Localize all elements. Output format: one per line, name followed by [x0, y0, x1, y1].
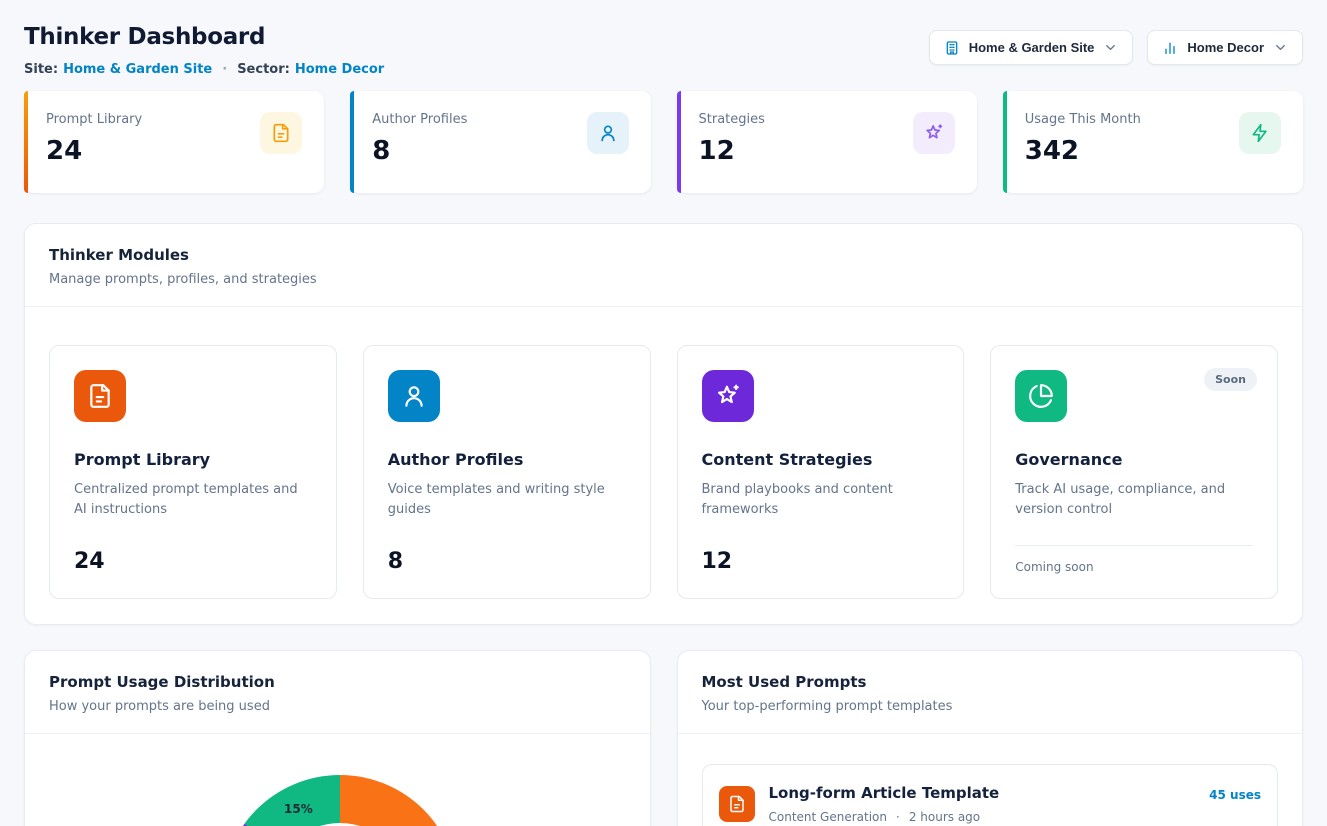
stat-accent-bar [350, 91, 354, 193]
site-link[interactable]: Home & Garden Site [63, 62, 212, 77]
module-description: Brand playbooks and content frameworks [702, 480, 940, 520]
prompt-item-category: Content Generation [769, 810, 887, 824]
module-card-prompt-library[interactable]: Prompt Library Centralized prompt templa… [49, 345, 337, 599]
prompts-panel-title: Most Used Prompts [702, 673, 1279, 691]
prompt-item-meta: Content Generation · 2 hours ago [769, 810, 1196, 824]
module-title: Prompt Library [74, 450, 312, 469]
module-description: Voice templates and writing style guides [388, 480, 626, 520]
stat-value: 12 [699, 136, 765, 166]
bottom-row: Prompt Usage Distribution How your promp… [24, 650, 1303, 826]
stat-value: 24 [46, 136, 142, 166]
breadcrumb-separator: · [222, 62, 227, 77]
stat-text: Strategies 12 [699, 112, 765, 166]
module-count: 12 [702, 549, 940, 574]
site-selector-dropdown[interactable]: Home & Garden Site [929, 30, 1134, 65]
stat-value: 8 [372, 136, 467, 166]
module-description: Centralized prompt templates and AI inst… [74, 480, 312, 520]
sector-label: Sector: [237, 62, 290, 77]
module-count: 8 [388, 549, 626, 574]
stat-card-usage: Usage This Month 342 [1003, 91, 1303, 193]
modules-panel-title: Thinker Modules [49, 246, 1278, 264]
soon-badge: Soon [1204, 368, 1257, 391]
module-title: Governance [1015, 450, 1253, 469]
module-description: Track AI usage, compliance, and version … [1015, 480, 1253, 520]
document-icon [719, 786, 755, 822]
donut-segment-label: 15% [284, 802, 313, 816]
sparkle-star-icon [702, 370, 754, 422]
stat-value: 342 [1025, 136, 1141, 166]
prompt-item-title: Long-form Article Template [769, 784, 1196, 802]
stat-label: Author Profiles [372, 112, 467, 127]
prompts-panel-header: Most Used Prompts Your top-performing pr… [678, 651, 1303, 734]
sector-selector-dropdown[interactable]: Home Decor [1147, 30, 1303, 65]
prompts-panel-subtitle: Your top-performing prompt templates [702, 699, 1279, 714]
lightning-icon [1239, 112, 1281, 154]
most-used-prompts-panel: Most Used Prompts Your top-performing pr… [677, 650, 1304, 826]
modules-grid: Prompt Library Centralized prompt templa… [25, 307, 1302, 624]
module-card-content-strategies[interactable]: Content Strategies Brand playbooks and c… [677, 345, 965, 599]
sparkle-star-icon [913, 112, 955, 154]
stat-text: Author Profiles 8 [372, 112, 467, 166]
page-title: Thinker Dashboard [24, 24, 384, 50]
stat-card-author-profiles: Author Profiles 8 [350, 91, 650, 193]
document-icon [260, 112, 302, 154]
meta-separator: · [896, 810, 900, 824]
sector-selector-label: Home Decor [1187, 40, 1264, 55]
prompt-item-body: Long-form Article Template Content Gener… [769, 784, 1196, 824]
site-breadcrumb: Site: Home & Garden Site · Sector: Home … [24, 62, 384, 77]
document-icon [74, 370, 126, 422]
stat-label: Strategies [699, 112, 765, 127]
bar-chart-icon [1162, 40, 1178, 56]
prompt-item-time: 2 hours ago [909, 810, 980, 824]
stat-text: Usage This Month 342 [1025, 112, 1141, 166]
usage-chart-area: 15% [25, 734, 650, 826]
usage-panel-title: Prompt Usage Distribution [49, 673, 626, 691]
usage-panel-subtitle: How your prompts are being used [49, 699, 626, 714]
stat-label: Prompt Library [46, 112, 142, 127]
stat-text: Prompt Library 24 [46, 112, 142, 166]
stats-row: Prompt Library 24 Author Profiles 8 Stra… [24, 91, 1303, 193]
module-card-governance[interactable]: Soon Governance Track AI usage, complian… [990, 345, 1278, 599]
prompt-list-item[interactable]: Long-form Article Template Content Gener… [702, 764, 1279, 826]
sector-link[interactable]: Home Decor [295, 62, 384, 77]
site-selector-label: Home & Garden Site [969, 40, 1095, 55]
usage-panel-header: Prompt Usage Distribution How your promp… [25, 651, 650, 734]
stat-accent-bar [1003, 91, 1007, 193]
module-title: Author Profiles [388, 450, 626, 469]
stat-accent-bar [24, 91, 28, 193]
dashboard-page: Thinker Dashboard Site: Home & Garden Si… [0, 0, 1327, 826]
module-card-author-profiles[interactable]: Author Profiles Voice templates and writ… [363, 345, 651, 599]
building-icon [944, 40, 960, 56]
prompt-usage-panel: Prompt Usage Distribution How your promp… [24, 650, 651, 826]
user-icon [388, 370, 440, 422]
stat-accent-bar [677, 91, 681, 193]
modules-panel-subtitle: Manage prompts, profiles, and strategies [49, 272, 1278, 287]
coming-soon-label: Coming soon [1015, 545, 1253, 574]
site-label: Site: [24, 62, 58, 77]
header-left: Thinker Dashboard Site: Home & Garden Si… [24, 22, 384, 77]
header-selectors: Home & Garden Site Home Decor [929, 30, 1303, 65]
chevron-down-icon [1103, 40, 1118, 55]
stat-card-strategies: Strategies 12 [677, 91, 977, 193]
pie-chart-icon [1015, 370, 1067, 422]
page-header: Thinker Dashboard Site: Home & Garden Si… [24, 22, 1303, 77]
module-count: 24 [74, 549, 312, 574]
user-icon [587, 112, 629, 154]
modules-panel-header: Thinker Modules Manage prompts, profiles… [25, 224, 1302, 307]
thinker-modules-panel: Thinker Modules Manage prompts, profiles… [24, 223, 1303, 625]
usage-donut: 15% [222, 775, 458, 826]
stat-card-prompt-library: Prompt Library 24 [24, 91, 324, 193]
chevron-down-icon [1273, 40, 1288, 55]
stat-label: Usage This Month [1025, 112, 1141, 127]
prompt-uses-badge: 45 uses [1209, 788, 1261, 802]
module-title: Content Strategies [702, 450, 940, 469]
prompt-list: Long-form Article Template Content Gener… [678, 734, 1303, 826]
